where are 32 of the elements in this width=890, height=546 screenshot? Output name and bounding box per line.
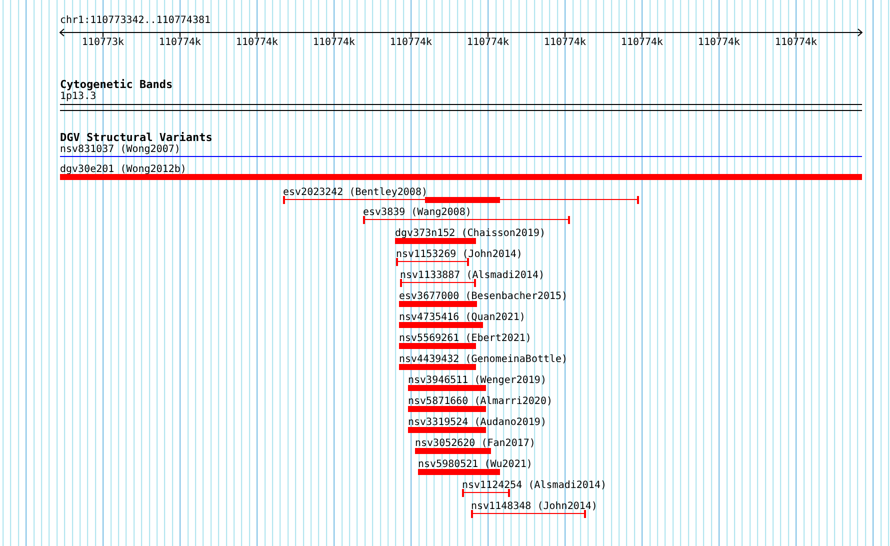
- feature-label[interactable]: nsv5871660 (Almarri2020): [408, 396, 552, 408]
- feature-label[interactable]: nsv4439432 (GenomeinaBottle): [399, 354, 568, 366]
- feature-label[interactable]: nsv1153269 (John2014): [396, 249, 522, 261]
- tick-label: 110774k: [774, 37, 818, 49]
- feature-label[interactable]: nsv1133887 (Alsmadi2014): [400, 270, 544, 282]
- track-title: Cytogenetic Bands: [60, 78, 174, 91]
- tick-label: 110774k: [158, 37, 202, 49]
- feature-label[interactable]: nsv1148348 (John2014): [471, 501, 598, 513]
- feature-label[interactable]: nsv1124254 (Alsmadi2014): [462, 480, 606, 492]
- feature-label[interactable]: dgv30e201 (Wong2012b): [60, 164, 186, 176]
- feature-label[interactable]: nsv3319524 (Audano2019): [408, 417, 546, 429]
- tick-label: 110773k: [82, 37, 124, 49]
- position-label: chr1:110773342..110774381: [60, 15, 212, 27]
- feature-label[interactable]: dgv373n152 (Chaisson2019): [395, 228, 546, 240]
- feature-label[interactable]: nsv3052620 (Fan2017): [415, 438, 536, 450]
- feature-label[interactable]: nsv5569261 (Ebert2021): [399, 333, 532, 345]
- tick-label: 110774k: [698, 37, 740, 49]
- tick-label: 110774k: [236, 37, 278, 49]
- tick-label: 110774k: [312, 37, 356, 49]
- tick-label: 110774k: [620, 37, 664, 49]
- feature-label[interactable]: esv3677000 (Besenbacher2015): [399, 291, 568, 303]
- feature-label[interactable]: nsv3946511 (Wenger2019): [408, 375, 546, 387]
- tick-label: 110774k: [544, 37, 586, 49]
- feature-label[interactable]: nsv5980521 (Wu2021): [418, 459, 532, 471]
- tick-label: 110774k: [466, 37, 510, 49]
- tick-label: 110774k: [390, 37, 432, 49]
- feature-label[interactable]: esv3839 (Wang2008): [363, 207, 472, 219]
- feature-label[interactable]: nsv831037 (Wong2007): [60, 144, 180, 156]
- track-title: DGV Structural Variants: [60, 131, 214, 144]
- feature-label[interactable]: esv2023242 (Bentley2008): [283, 187, 428, 199]
- feature-label[interactable]: nsv4735416 (Quan2021): [399, 312, 526, 324]
- band-label: 1p13.3: [60, 91, 98, 103]
